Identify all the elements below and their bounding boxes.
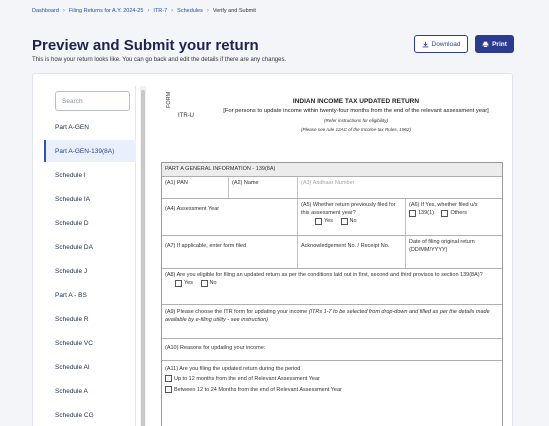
table-row: (A4) Assessment Year (A5) Whether return… [162, 199, 502, 236]
eligibility-question: (A8) Are you eligible for filing an upda… [165, 272, 483, 278]
aadhaar-label: (A3) Aadhaar Number [301, 180, 355, 186]
table-row: (A8) Are you eligible for filing an upda… [162, 269, 502, 305]
sidebar-item-label: Schedule J [55, 267, 88, 275]
sidebar-item-part-a-gen[interactable]: Part A-GEN [44, 116, 136, 138]
filed-under-cell: (A6) If Yes, whether filed u/s 139(1) Ot… [406, 199, 502, 235]
sidebar-item-schedule-a[interactable]: Schedule A [44, 380, 136, 402]
table-row: (A1) PAN (A2) Name (A3) Aadhaar Number [162, 177, 502, 199]
form-eligibility-note: (Refer instructions for eligibility) [323, 118, 389, 123]
pan-label: (A1) PAN [162, 177, 229, 198]
period-12-months-checkbox[interactable] [165, 375, 172, 383]
sidebar-item-label: Schedule R [55, 315, 89, 323]
filing-period-label: (A11) Are you filing the updated return … [165, 366, 301, 372]
page-subtitle: This is how your return looks like. You … [32, 57, 287, 63]
form-title: INDIAN INCOME TAX UPDATED RETURN [292, 98, 420, 105]
sidebar-item-schedule-r[interactable]: Schedule R [44, 308, 136, 330]
filed-139-1-checkbox[interactable] [409, 210, 416, 218]
sidebar-item-label: Schedule IA [55, 195, 91, 203]
option-139-1-label: 139(1) [418, 209, 434, 216]
print-label: Print [492, 40, 507, 48]
eligibility-cell: (A8) Are you eligible for filing an upda… [162, 269, 502, 304]
sidebar-item-schedule-vc[interactable]: Schedule VC [44, 332, 136, 354]
previously-filed-label: (A5) Whether return previously filed for… [301, 202, 396, 216]
table-row: (A11) Are you filing the updated return … [162, 361, 502, 426]
sidebar-item-schedule-cg[interactable]: Schedule CG [44, 404, 136, 426]
download-icon [422, 41, 428, 47]
breadcrumb: Dashboard › Filing Returns for A.Y. 2024… [32, 8, 256, 14]
search-input[interactable]: Search [55, 91, 130, 111]
sidebar-item-label: Part A-GEN-139(8A) [55, 147, 115, 155]
eligible-no-checkbox[interactable] [200, 280, 208, 288]
breadcrumb-schedules[interactable]: Schedules [177, 8, 203, 14]
table-row: (A10) Reasons for updating your income: [162, 339, 502, 361]
chevron-right-icon: › [62, 8, 65, 14]
yes-label: Yes [184, 279, 193, 286]
form-filed-label: (A7) If applicable, enter form filed [162, 236, 298, 268]
filed-others-checkbox[interactable] [441, 210, 449, 218]
previously-filed-no-checkbox[interactable] [340, 218, 348, 226]
form-rule-note: (Please see rule 12AC of the Income-tax … [300, 127, 412, 132]
chevron-right-icon: › [171, 8, 174, 14]
sidebar-item-part-a-gen-139-8a[interactable]: Part A-GEN-139(8A) [44, 140, 136, 162]
sidebar-item-label: Schedule CG [55, 411, 94, 419]
sidebar-item-label: Part A - BS [55, 291, 87, 299]
table-row: (A9) Please choose the ITR form for upda… [162, 305, 502, 339]
sidebar-item-part-a-bs[interactable]: Part A - BS [44, 284, 136, 306]
search-placeholder: Search [62, 97, 83, 105]
original-filing-date-label: Date of filing original return (DD/MM/YY… [409, 239, 475, 253]
assessment-year-label: (A4) Assessment Year [162, 199, 298, 235]
breadcrumb-current: Verify and Submit [212, 8, 256, 14]
period-12-24-months-checkbox[interactable] [165, 385, 172, 393]
sidebar-item-label: Schedule DA [55, 243, 93, 251]
period-12-24-months-label: Between 12 to 24 Months from the end of … [174, 386, 342, 393]
eligible-yes-checkbox[interactable] [175, 280, 182, 288]
sidebar-item-label: Schedule AI [55, 363, 90, 371]
filing-period-cell: (A11) Are you filing the updated return … [162, 361, 502, 426]
reasons-label: (A10) Reasons for updating your income: [165, 345, 266, 351]
filed-under-label: (A6) If Yes, whether filed u/s [409, 202, 478, 208]
previously-filed-yes-checkbox[interactable] [315, 218, 322, 226]
form-header: FORM ITR-U INDIAN INCOME TAX UPDATED RET… [161, 86, 503, 154]
acknowledgement-label: Acknowledgement No. / Receipt No. [298, 236, 406, 268]
no-label: No [349, 217, 357, 224]
period-12-months-label: Up to 12 months from the end of Relevant… [174, 376, 320, 383]
print-icon [482, 41, 489, 48]
download-label: Download [431, 40, 461, 48]
itr-form-choice-cell: (A9) Please choose the ITR form for upda… [162, 305, 502, 338]
sidebar-item-label: Schedule VC [55, 339, 93, 347]
chevron-right-icon: › [147, 8, 150, 14]
sidebar-item-label: Schedule I [55, 171, 86, 179]
part-a-header: PART A GENERAL INFORMATION - 139(8A) [165, 166, 276, 172]
sidebar-item-label: Schedule A [55, 387, 88, 395]
sidebar-item-schedule-d[interactable]: Schedule D [44, 212, 136, 234]
sidebar-item-schedule-da[interactable]: Schedule DA [44, 236, 136, 258]
sidebar-scrollbar-thumb[interactable] [141, 90, 145, 426]
sidebar-item-schedule-ai[interactable]: Schedule AI [44, 356, 136, 378]
breadcrumb-filing-returns[interactable]: Filing Returns for A.Y. 2024-25 [69, 8, 144, 14]
sidebar-item-label: Schedule D [55, 219, 89, 227]
chevron-right-icon: › [206, 8, 209, 14]
form-label: FORM [166, 91, 172, 108]
yes-label: Yes [324, 217, 333, 224]
name-label: (A2) Name [229, 177, 298, 198]
no-label: No [209, 279, 217, 286]
form-code: ITR-U [178, 113, 194, 119]
form-subtitle: [For persons to update income within twe… [223, 108, 489, 114]
breadcrumb-dashboard[interactable]: Dashboard [32, 8, 59, 14]
part-a-table: PART A GENERAL INFORMATION - 139(8A) (A1… [161, 162, 503, 426]
sidebar-item-label: Part A-GEN [55, 123, 89, 131]
itr-form-choice-label: (A9) Please choose the ITR form for upda… [165, 309, 309, 315]
part-a-header-row: PART A GENERAL INFORMATION - 139(8A) [162, 163, 502, 177]
page-title: Preview and Submit your return [32, 37, 259, 54]
print-button[interactable]: Print [475, 35, 514, 53]
breadcrumb-itr7[interactable]: ITR-7 [153, 8, 167, 14]
previously-filed-cell: (A5) Whether return previously filed for… [298, 199, 406, 235]
download-button[interactable]: Download [414, 35, 468, 53]
sidebar-item-schedule-ia[interactable]: Schedule IA [44, 188, 136, 210]
preview-card: Search Part A-GEN Part A-GEN-139(8A) Sch… [32, 73, 513, 426]
option-others-label: Others [450, 209, 467, 216]
sidebar-item-schedule-j[interactable]: Schedule J [44, 260, 136, 282]
sidebar-item-schedule-i[interactable]: Schedule I [44, 164, 136, 186]
table-row: (A7) If applicable, enter form filed Ack… [162, 236, 502, 269]
